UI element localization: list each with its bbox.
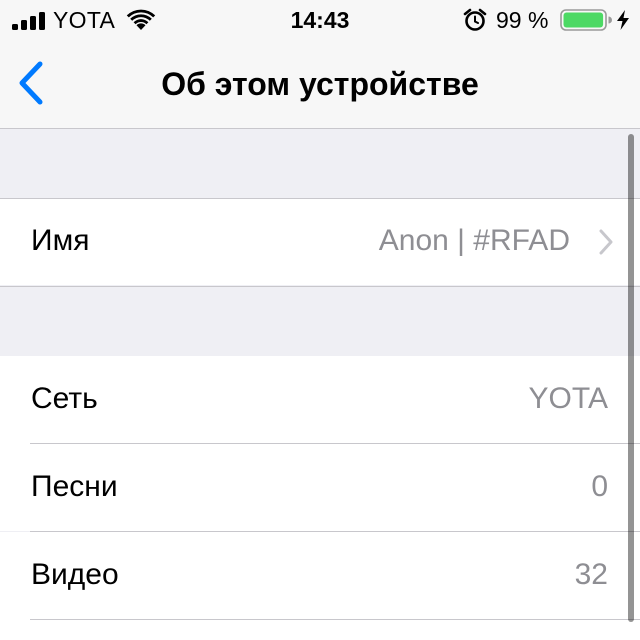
songs-row: Песни 0 — [0, 444, 640, 531]
scroll-indicator[interactable] — [628, 134, 634, 622]
network-row: Сеть YOTA — [0, 356, 640, 444]
battery-icon — [560, 9, 612, 31]
status-bar: YOTA 14:43 99 % — [0, 0, 640, 40]
page-title: Об этом устройстве — [161, 66, 479, 102]
battery-percent: 99 % — [496, 7, 549, 33]
name-row[interactable]: Имя Anon | #RFAD — [0, 199, 640, 285]
back-button[interactable] — [10, 58, 56, 108]
chevron-left-icon — [19, 61, 43, 105]
row-separator — [30, 619, 640, 620]
about-device-screen: YOTA 14:43 99 % Об этом устройстве Имя A… — [0, 0, 640, 640]
videos-label: Видео — [31, 558, 119, 591]
alarm-icon — [463, 8, 487, 31]
songs-value: 0 — [591, 470, 608, 503]
navigation-bar: Об этом устройстве — [0, 40, 640, 129]
network-label: Сеть — [31, 382, 98, 415]
name-label: Имя — [31, 224, 90, 257]
name-value: Anon | #RFAD — [378, 224, 570, 257]
charging-bolt-icon — [617, 10, 629, 30]
network-value: YOTA — [528, 382, 608, 415]
videos-value: 32 — [574, 558, 608, 591]
songs-label: Песни — [31, 470, 118, 503]
section-spacer — [0, 286, 640, 357]
section-spacer — [0, 129, 640, 199]
videos-row: Видео 32 — [0, 532, 640, 640]
chevron-right-icon — [599, 229, 613, 255]
